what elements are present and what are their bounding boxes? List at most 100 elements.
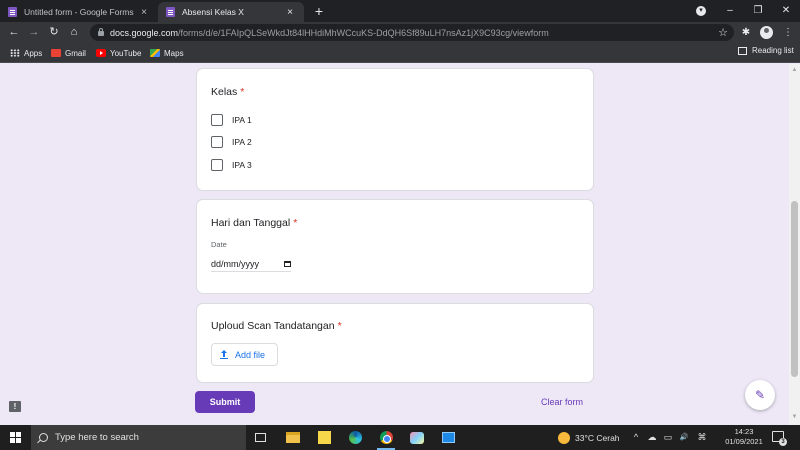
edge-button[interactable] bbox=[346, 428, 364, 447]
close-tab-icon[interactable]: × bbox=[138, 7, 150, 18]
bookmark-apps[interactable]: Apps bbox=[10, 46, 42, 60]
notification-count-badge: 3 bbox=[779, 438, 787, 446]
date-field-label: Date bbox=[211, 240, 227, 249]
question-title-text: Hari dan Tanggal bbox=[211, 217, 291, 229]
reload-button[interactable]: ↻ bbox=[46, 24, 62, 41]
extensions-icon[interactable]: ✱ bbox=[738, 24, 754, 41]
question-title: Hari dan Tanggal * bbox=[211, 217, 297, 229]
onedrive-cloud-icon[interactable]: ☁ bbox=[646, 425, 658, 450]
clear-form-button[interactable]: Clear form bbox=[541, 397, 583, 407]
option-label: IPA 3 bbox=[232, 160, 252, 170]
report-abuse-icon[interactable]: ! bbox=[9, 401, 21, 412]
date-input[interactable]: dd/mm/yyyy bbox=[211, 256, 291, 272]
bookmark-label: Apps bbox=[24, 48, 43, 58]
checkbox[interactable] bbox=[211, 114, 223, 126]
sticky-notes-icon bbox=[317, 431, 331, 444]
photos-button[interactable] bbox=[439, 428, 457, 447]
tab-untitled-form[interactable]: Untitled form - Google Forms × bbox=[0, 2, 158, 22]
calendar-icon[interactable] bbox=[284, 260, 291, 267]
paint-button[interactable] bbox=[408, 428, 426, 447]
pencil-icon: ✎ bbox=[754, 388, 766, 402]
tab-title: Absensi Kelas X bbox=[182, 7, 244, 17]
weather-condition: Cerah bbox=[596, 432, 620, 443]
chrome-menu-icon[interactable]: ⋮ bbox=[780, 24, 796, 41]
question-card-kelas: Kelas * IPA 1 IPA 2 IPA 3 bbox=[196, 68, 594, 191]
required-asterisk: * bbox=[337, 320, 342, 332]
paint-icon bbox=[410, 431, 424, 444]
file-explorer-button[interactable] bbox=[284, 428, 302, 447]
question-title-text: Kelas bbox=[211, 86, 238, 98]
search-icon bbox=[39, 433, 48, 442]
edit-pencil-button[interactable]: ✎ bbox=[745, 380, 775, 410]
checkbox-option-ipa-2[interactable]: IPA 2 bbox=[211, 136, 252, 148]
bookmark-star-icon[interactable]: ☆ bbox=[718, 26, 728, 39]
checkbox-option-ipa-3[interactable]: IPA 3 bbox=[211, 159, 252, 171]
browser-toolbar: ← → ↻ ⌂ docs.google.com/forms/d/e/1FAIpQ… bbox=[0, 22, 800, 43]
add-file-button[interactable]: Add file bbox=[211, 343, 278, 366]
forward-button[interactable]: → bbox=[26, 24, 42, 41]
bookmarks-bar: Apps Gmail YouTube Maps bbox=[0, 43, 800, 63]
url-host: docs.google.com bbox=[110, 27, 179, 38]
show-hidden-icons-chevron-icon[interactable]: ^ bbox=[630, 425, 642, 450]
scroll-down-arrow-icon[interactable]: ▼ bbox=[791, 414, 798, 420]
scrollbar-thumb[interactable] bbox=[791, 201, 798, 377]
google-forms-icon bbox=[166, 7, 175, 17]
close-tab-icon[interactable]: × bbox=[284, 7, 296, 18]
search-placeholder: Type here to search bbox=[55, 432, 139, 443]
close-window-button[interactable]: ✕ bbox=[772, 0, 800, 22]
photos-icon bbox=[441, 432, 455, 443]
taskbar-clock[interactable]: 14:23 01/09/2021 bbox=[720, 427, 768, 447]
required-asterisk: * bbox=[293, 217, 298, 229]
reading-list-label: Reading list bbox=[752, 46, 794, 55]
chrome-icon bbox=[379, 431, 393, 444]
new-tab-button[interactable]: + bbox=[311, 2, 327, 20]
address-bar[interactable]: docs.google.com/forms/d/e/1FAIpQLSeWkdJt… bbox=[90, 24, 734, 41]
network-icon[interactable]: ⌘ bbox=[696, 425, 708, 450]
maps-icon bbox=[150, 49, 160, 57]
tab-search-icon[interactable]: ▾ bbox=[696, 6, 706, 16]
bookmark-maps[interactable]: Maps bbox=[150, 46, 184, 60]
required-asterisk: * bbox=[240, 86, 245, 98]
google-forms-icon bbox=[8, 7, 17, 17]
question-card-upload: Uploud Scan Tandatangan * Add file bbox=[196, 303, 594, 383]
profile-avatar-icon[interactable] bbox=[760, 26, 773, 39]
weather-widget[interactable]: 33°C Cerah bbox=[558, 425, 620, 450]
reading-list-button[interactable]: Reading list bbox=[738, 46, 794, 55]
add-file-label: Add file bbox=[235, 349, 266, 360]
taskbar-search-box[interactable]: Type here to search bbox=[31, 425, 246, 450]
bookmark-youtube[interactable]: YouTube bbox=[96, 46, 141, 60]
sticky-notes-button[interactable] bbox=[315, 428, 333, 447]
home-button[interactable]: ⌂ bbox=[66, 24, 82, 41]
chrome-taskbar-button[interactable] bbox=[377, 428, 395, 450]
bookmark-label: Gmail bbox=[65, 48, 86, 58]
volume-icon[interactable]: 🔊 bbox=[678, 425, 690, 450]
checkbox-option-ipa-1[interactable]: IPA 1 bbox=[211, 114, 252, 126]
windows-start-icon[interactable] bbox=[10, 432, 21, 443]
question-title: Kelas * bbox=[211, 86, 244, 98]
folder-icon bbox=[286, 432, 300, 443]
back-button[interactable]: ← bbox=[6, 24, 22, 41]
option-label: IPA 1 bbox=[232, 115, 252, 125]
bookmark-label: Maps bbox=[164, 48, 184, 58]
checkbox[interactable] bbox=[211, 159, 223, 171]
scroll-up-arrow-icon[interactable]: ▲ bbox=[791, 67, 798, 73]
page-scrollbar[interactable]: ▲ ▼ bbox=[789, 64, 800, 425]
task-view-button[interactable] bbox=[251, 428, 269, 447]
date-placeholder: dd/mm/yyyy bbox=[211, 258, 260, 269]
reading-list-icon bbox=[738, 46, 747, 55]
question-title: Uploud Scan Tandatangan * bbox=[211, 320, 342, 332]
tab-title: Untitled form - Google Forms bbox=[24, 7, 134, 17]
lock-icon[interactable] bbox=[98, 28, 104, 36]
form-page: Kelas * IPA 1 IPA 2 IPA 3 Hari dan Tangga… bbox=[0, 64, 800, 425]
submit-button[interactable]: Submit bbox=[195, 391, 255, 413]
battery-icon[interactable]: ▭ bbox=[662, 425, 674, 450]
url-path: /forms/d/e/1FAIpQLSeWkdJt84lHHdiMhWCcuKS… bbox=[178, 27, 549, 38]
restore-button[interactable]: ❐ bbox=[744, 0, 772, 22]
bookmark-gmail[interactable]: Gmail bbox=[51, 46, 86, 60]
checkbox[interactable] bbox=[211, 136, 223, 148]
minimize-button[interactable]: – bbox=[716, 0, 744, 22]
tab-absensi-kelas-x[interactable]: Absensi Kelas X × bbox=[158, 2, 304, 22]
bookmark-label: YouTube bbox=[110, 48, 142, 58]
question-title-text: Uploud Scan Tandatangan bbox=[211, 320, 335, 332]
task-view-icon bbox=[254, 433, 266, 442]
